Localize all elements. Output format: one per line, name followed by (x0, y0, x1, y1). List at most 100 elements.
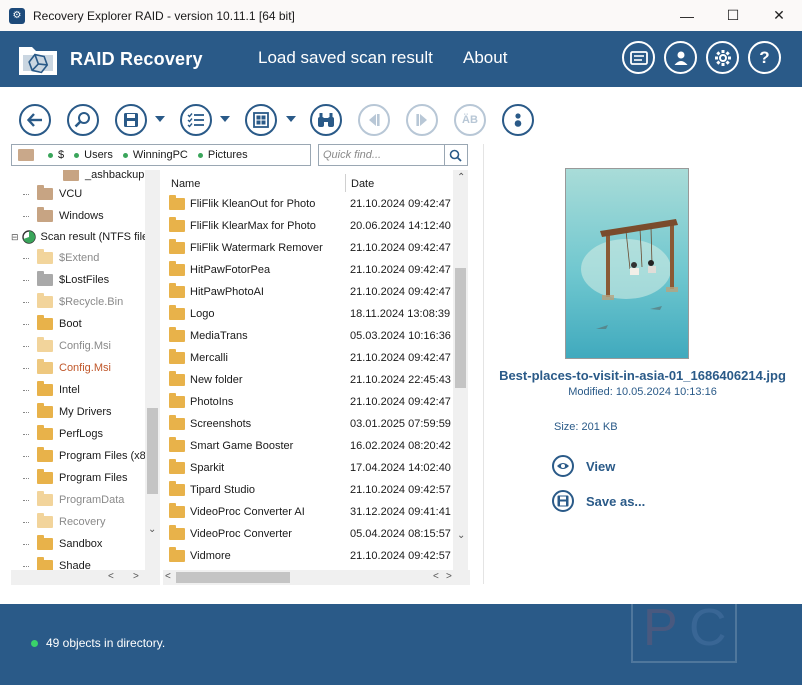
tree-vertical-scrollbar[interactable] (145, 170, 160, 570)
tree-item[interactable]: Recovery (23, 511, 105, 533)
breadcrumb-separator-dot (74, 152, 80, 158)
account-button[interactable] (664, 41, 697, 74)
save-button[interactable] (115, 104, 147, 136)
close-button[interactable]: ✕ (756, 0, 802, 31)
help-button[interactable]: ? (748, 41, 781, 74)
tree-item[interactable]: Intel (23, 379, 80, 401)
breadcrumb-item[interactable]: $ (58, 149, 64, 161)
file-list-row[interactable]: HitPawFotorPea 21.10.2024 09:42:47 (163, 259, 453, 281)
nav-about[interactable]: About (463, 48, 507, 68)
chevron-left-icon[interactable]: < (165, 571, 171, 582)
log-button[interactable] (622, 41, 655, 74)
tree-item-label: _ashbackupb (85, 170, 151, 181)
tree-item-label: ProgramData (59, 494, 125, 506)
file-list-row[interactable]: Screenshots 03.01.2025 07:59:59 (163, 413, 453, 435)
file-list-row[interactable]: MediaTrans 05.03.2024 10:16:36 (163, 325, 453, 347)
chevron-left-icon[interactable]: < (108, 571, 114, 582)
status-indicator-icon (31, 640, 38, 647)
file-list-row[interactable]: Vidmore 21.10.2024 09:42:57 (163, 545, 453, 567)
tree-item[interactable]: $Recycle.Bin (23, 291, 123, 313)
file-list-horizontal-scroll-thumb[interactable] (176, 572, 290, 583)
breadcrumb-item[interactable]: Users (84, 149, 113, 161)
tree-item-scan-result[interactable]: ⊟ Scan result (NTFS file (11, 226, 148, 248)
view-label[interactable]: View (586, 459, 615, 474)
folder-icon (169, 195, 185, 210)
thumbnail-view-button[interactable] (245, 104, 277, 136)
chevron-right-icon[interactable]: > (446, 571, 452, 582)
file-list-row[interactable]: FliFlik KleanOut for Photo 21.10.2024 09:… (163, 193, 453, 215)
file-list-row[interactable]: Tipard Studio 21.10.2024 09:42:57 (163, 479, 453, 501)
file-list-row[interactable]: FliFlik KlearMax for Photo 20.06.2024 14:… (163, 215, 453, 237)
file-list-row[interactable]: New folder 21.10.2024 22:45:43 (163, 369, 453, 391)
file-name: FliFlik KlearMax for Photo (190, 220, 316, 232)
file-list-vertical-scroll-thumb[interactable] (455, 268, 466, 388)
tree-item[interactable]: Sandbox (23, 533, 102, 555)
tree-item[interactable]: My Drivers (23, 401, 112, 423)
options-button[interactable] (502, 104, 534, 136)
brand-name: RAID Recovery (70, 48, 203, 69)
chevron-right-icon[interactable]: > (133, 571, 139, 582)
chevron-down-icon[interactable]: ⌄ (148, 524, 156, 535)
nav-load-saved-scan[interactable]: Load saved scan result (258, 48, 433, 68)
file-search-button[interactable] (67, 104, 99, 136)
tree-item[interactable]: $Extend (23, 247, 99, 269)
file-list-row[interactable]: Mercalli 21.10.2024 09:42:47 (163, 347, 453, 369)
file-date: 21.10.2024 09:42:47 (350, 242, 451, 254)
chevron-up-icon[interactable]: ⌃ (457, 172, 465, 183)
file-list-row[interactable]: VideoProc Converter AI 31.12.2024 09:41:4… (163, 501, 453, 523)
previous-button[interactable] (358, 104, 390, 136)
folder-icon (37, 293, 53, 308)
preview-image[interactable] (565, 168, 689, 359)
file-list-row[interactable]: HitPawPhotoAI 21.10.2024 09:42:47 (163, 281, 453, 303)
tree-item[interactable]: Boot (23, 313, 82, 335)
tree-item[interactable]: $LostFiles (23, 269, 109, 291)
chevron-down-icon[interactable]: ⌄ (457, 530, 465, 541)
breadcrumb-item[interactable]: WinningPC (133, 149, 188, 161)
view-mode-button[interactable] (180, 104, 212, 136)
file-name: FliFlik KleanOut for Photo (190, 198, 316, 210)
column-header-date[interactable]: Date (351, 178, 374, 190)
case-match-button[interactable]: ÄB (454, 104, 486, 136)
file-list-row[interactable]: Logo 18.11.2024 13:08:39 (163, 303, 453, 325)
find-button[interactable] (310, 104, 342, 136)
back-button[interactable] (19, 104, 51, 136)
folder-icon (37, 207, 53, 222)
tree-item[interactable]: Config.Msi (23, 335, 111, 357)
breadcrumb-folder-icon (18, 149, 34, 161)
tree-item[interactable]: Windows (23, 205, 104, 227)
tree-item[interactable]: Config.Msi (23, 357, 111, 379)
tree-item[interactable]: PerfLogs (23, 423, 103, 445)
tree-item[interactable]: Program Files (x86 (23, 445, 152, 467)
tree-vertical-scroll-thumb[interactable] (147, 408, 158, 494)
chevron-left-icon[interactable]: < (433, 571, 439, 582)
file-list-row[interactable]: Sparkit 17.04.2024 14:02:40 (163, 457, 453, 479)
quick-find-input[interactable] (319, 145, 444, 165)
quick-find-button[interactable] (444, 145, 466, 165)
settings-button[interactable] (706, 41, 739, 74)
file-list-row[interactable]: Smart Game Booster 16.02.2024 08:20:42 (163, 435, 453, 457)
minimize-button[interactable]: — (664, 0, 710, 31)
file-name: Tipard Studio (190, 484, 256, 496)
tree-item[interactable]: ProgramData (23, 489, 124, 511)
view-action[interactable]: View (552, 455, 615, 477)
file-list-row[interactable]: FliFlik Watermark Remover 21.10.2024 09:4… (163, 237, 453, 259)
maximize-button[interactable]: ☐ (710, 0, 756, 31)
file-list-row[interactable]: VideoProc Converter 05.04.2024 08:15:57 (163, 523, 453, 545)
save-as-action[interactable]: Save as... (552, 490, 645, 512)
eye-icon (552, 455, 574, 477)
breadcrumb-item[interactable]: Pictures (208, 149, 248, 161)
file-name: Sparkit (190, 462, 225, 474)
save-dropdown-arrow[interactable] (155, 116, 165, 122)
tree-item[interactable]: VCU (23, 183, 82, 205)
thumbnail-dropdown-arrow[interactable] (286, 116, 296, 122)
file-list-row[interactable]: PhotoIns 21.10.2024 09:42:47 (163, 391, 453, 413)
title-bar: ⚙ Recovery Explorer RAID - version 10.11… (0, 0, 802, 31)
tree-item[interactable]: Program Files (23, 467, 127, 489)
save-as-label[interactable]: Save as... (586, 494, 645, 509)
collapse-icon[interactable]: ⊟ (11, 232, 19, 243)
search-icon (449, 149, 462, 162)
column-header-name[interactable]: Name (171, 178, 200, 190)
next-button[interactable] (406, 104, 438, 136)
tree-item-label: $Extend (59, 252, 100, 264)
view-mode-dropdown-arrow[interactable] (220, 116, 230, 122)
